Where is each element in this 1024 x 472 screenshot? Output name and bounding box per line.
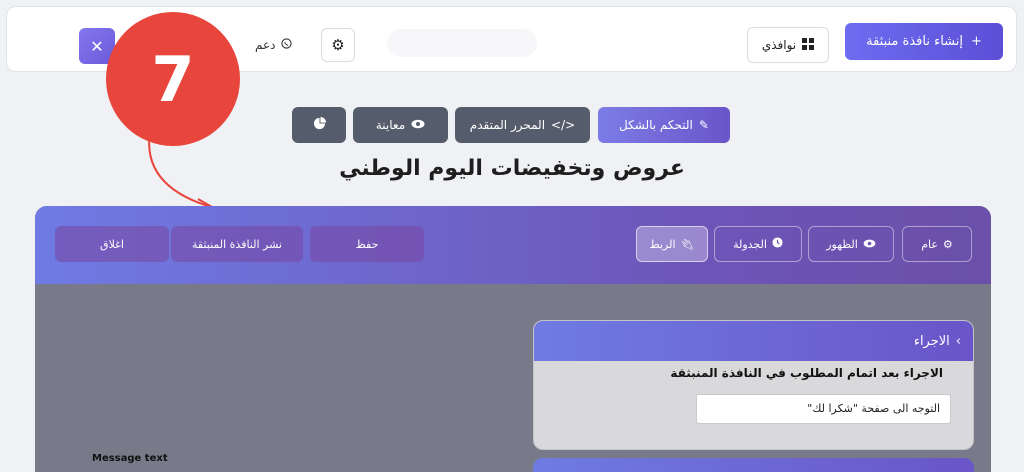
publish-popup-button[interactable]: نشر النافذة المنبثقة [171,226,303,262]
tab-preview[interactable]: معاينة [353,107,448,143]
schedule-button[interactable]: الجدولة [714,226,802,262]
link-label: الربط [649,237,676,251]
pencil-icon: ✎ [698,118,709,132]
message-text-label: Message text [92,453,168,464]
general-button[interactable]: ⚙ عام [902,226,972,262]
close-editor-label: اغلاق [100,237,124,251]
editor-toolbar: ⚙ عام الظهور الجدولة 🔌︎ الربط حفظ نشر ال… [35,206,991,284]
tab-preview-label: معاينة [375,118,406,132]
eye-icon [411,118,425,132]
next-card-header[interactable] [533,458,974,472]
pie-chart-icon [313,117,326,133]
action-select[interactable]: التوجه الى صفحة "شكرا لك" [696,394,951,424]
general-label: عام [921,237,938,251]
plus-icon: + [970,34,982,49]
gear-icon: ⚙ [942,237,953,251]
settings-button[interactable]: ⚙ [321,28,355,62]
gear-icon: ⚙ [331,36,345,54]
code-icon: </> [551,118,576,132]
grid-icon [802,37,815,53]
eye-icon [863,238,876,251]
link-button[interactable]: 🔌︎ الربط [636,226,708,262]
page-title: عروض وتخفيضات اليوم الوطني [339,156,685,181]
save-label: حفظ [355,237,379,251]
tab-design-control[interactable]: ✎ التحكم بالشكل [598,107,730,143]
blurred-area [387,29,537,57]
plug-icon: 🔌︎ [680,237,695,251]
action-description: الاجراء بعد اتمام المطلوب في النافذة الم… [670,366,943,380]
whatsapp-icon [280,38,292,52]
create-popup-button[interactable]: + إنشاء نافذة منبثقة [845,23,1003,60]
close-editor-button[interactable]: اغلاق [55,226,169,262]
action-header-label: الاجراء [913,333,950,349]
schedule-label: الجدولة [733,237,767,251]
publish-label: نشر النافذة المنبثقة [192,237,282,251]
chevron-left-icon: ‹ [955,333,961,349]
close-icon: ✕ [90,36,104,56]
create-popup-label: إنشاء نافذة منبثقة [866,34,963,49]
save-button[interactable]: حفظ [310,226,424,262]
support-label: دعم [255,38,276,52]
my-windows-label: نوافذي [761,38,797,52]
my-windows-button[interactable]: نوافذي [747,27,829,63]
tab-advanced-label: المحرر المتقدم [469,118,546,132]
appearance-button[interactable]: الظهور [808,226,894,262]
action-card-header[interactable]: الاجراء ‹ [534,321,973,361]
appearance-label: الظهور [826,237,858,251]
step-number: 7 [151,42,195,116]
tab-design-label: التحكم بالشكل [619,118,693,132]
support-link[interactable]: دعم [255,38,292,52]
action-card: الاجراء ‹ الاجراء بعد اتمام المطلوب في ا… [533,320,974,450]
tab-advanced-editor[interactable]: </> المحرر المتقدم [455,107,590,143]
mode-tabs: ✎ التحكم بالشكل </> المحرر المتقدم معاين… [0,107,1024,143]
clock-icon [772,237,783,251]
tab-statistics[interactable] [292,107,346,143]
